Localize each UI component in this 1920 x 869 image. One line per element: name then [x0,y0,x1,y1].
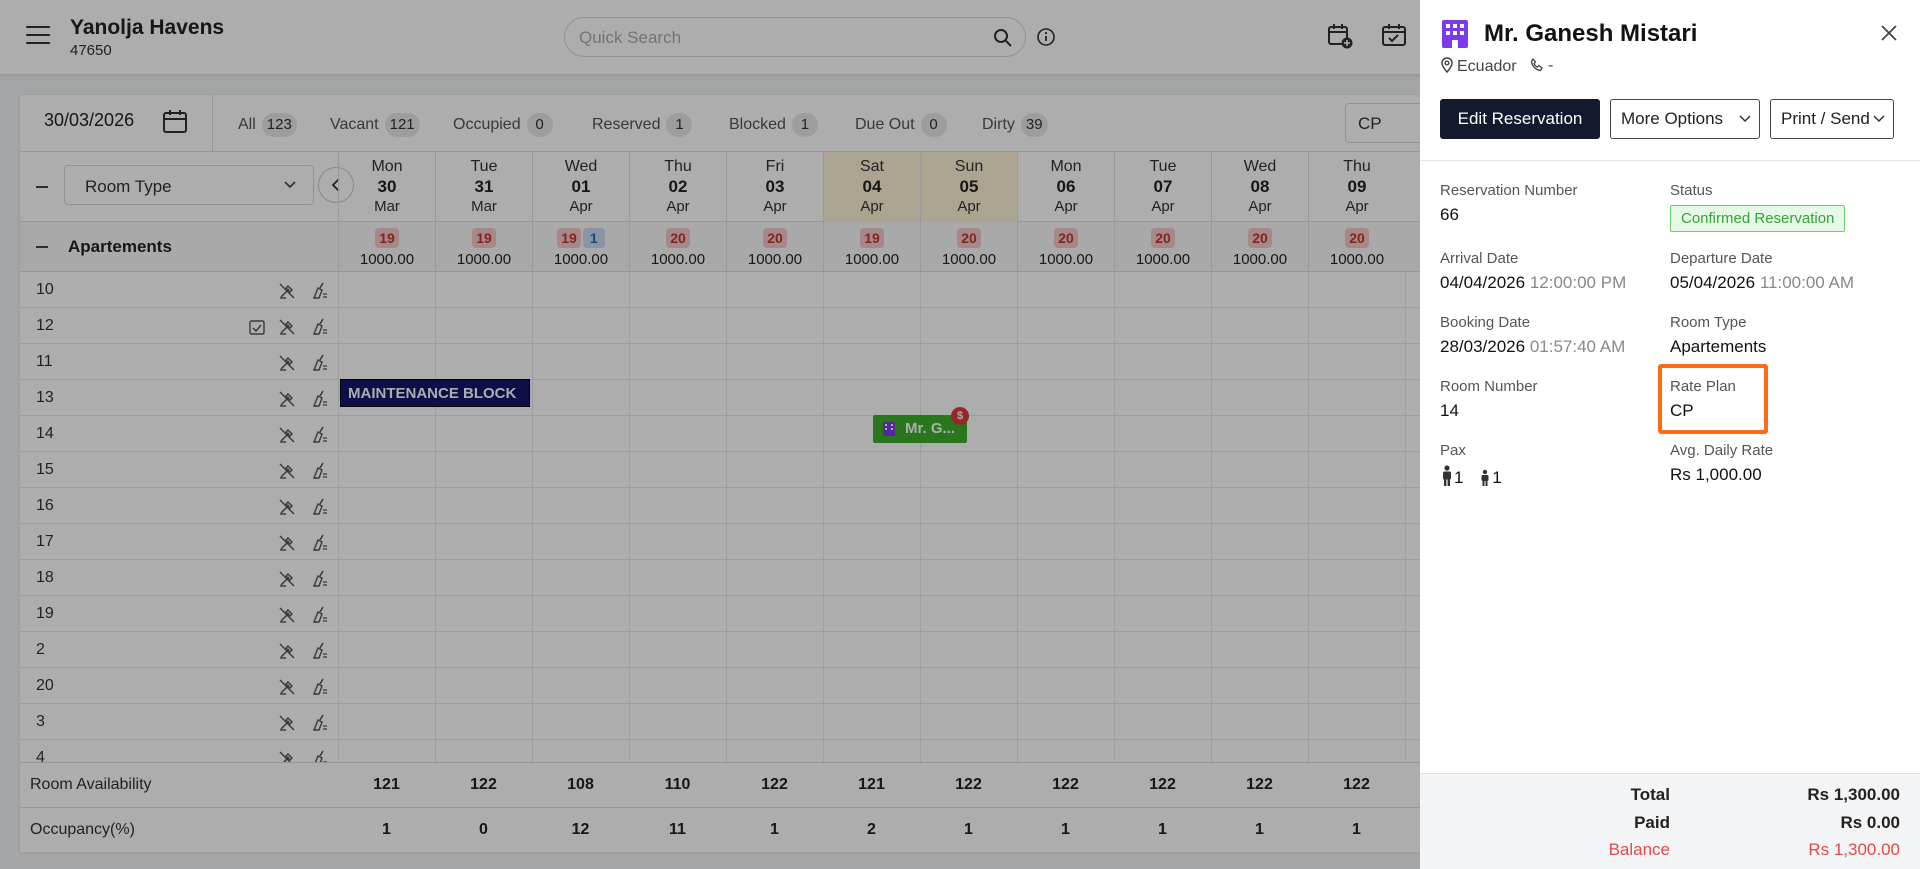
divider [1420,160,1920,161]
balance-row: Balance Rs 1,300.00 [1608,840,1900,859]
avg-daily-rate-field: Avg. Daily Rate Rs 1,000.00 [1670,442,1774,484]
booking-date-field: Booking Date 28/03/2026 01:57:40 AM [1440,314,1626,356]
total-row: Total Rs 1,300.00 [1630,785,1900,804]
adult-icon [1443,465,1451,486]
close-icon[interactable] [1880,24,1898,42]
reservation-panel: Mr. Ganesh Mistari Ecuador - Edit Reserv… [1420,0,1920,869]
status-badge: Confirmed Reservation [1670,205,1846,232]
room-type-field: Room Type Apartements [1670,314,1767,356]
guest-name: Mr. Ganesh Mistari [1484,20,1698,47]
location-pin-icon [1441,57,1453,74]
child-icon [1481,469,1489,486]
edit-reservation-button[interactable]: Edit Reservation [1440,99,1600,139]
more-options-button[interactable]: More Options [1610,99,1760,139]
paid-row: Paid Rs 0.00 [1634,813,1900,832]
reservation-number-field: Reservation Number 66 [1440,182,1578,224]
guest-location: Ecuador [1440,57,1517,76]
rate-plan-highlight [1658,364,1768,434]
status-field: Status Confirmed Reservation [1670,182,1890,232]
phone-icon [1530,57,1543,72]
building-icon [1442,20,1468,48]
guest-phone: - [1530,57,1553,75]
chevron-down-icon [1739,115,1751,123]
arrival-date-field: Arrival Date 04/04/2026 12:00:00 PM [1440,250,1627,292]
room-number-field: Room Number 14 [1440,378,1538,420]
departure-date-field: Departure Date 05/04/2026 11:00:00 AM [1670,250,1855,292]
pax-field: Pax 1 1 [1440,442,1502,487]
modal-overlay[interactable] [0,0,1420,869]
payment-summary: Total Rs 1,300.00 Paid Rs 0.00 Balance Rs 1… [1420,773,1920,869]
chevron-down-icon [1873,115,1885,123]
print-send-button[interactable]: Print / Send [1770,99,1894,139]
